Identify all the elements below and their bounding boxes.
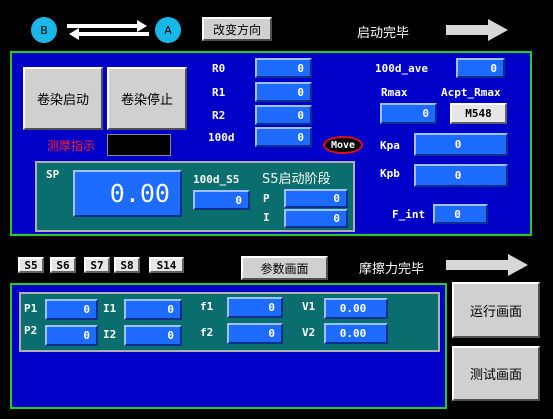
r2-label: R2 [212, 109, 226, 122]
friction-done-arrow-icon [446, 254, 528, 276]
startup-done-arrow-icon [446, 19, 508, 41]
move-indicator: Move [323, 136, 363, 154]
d100-label: 100d [208, 131, 235, 144]
p1-label: P1 [24, 302, 38, 315]
d100-ave-field[interactable]: 0 [456, 58, 505, 78]
f2-label: f2 [200, 326, 214, 339]
step-button-s14[interactable]: S14 [149, 257, 184, 273]
acpt-rmax-label: Acpt_Rmax [441, 86, 501, 99]
friction-done-label: 摩擦力完毕 [359, 262, 425, 277]
i2-field[interactable]: 0 [124, 325, 182, 346]
circle-b-indicator: B [31, 17, 57, 43]
circle-a-indicator: A [155, 17, 181, 43]
i2-label: I2 [103, 328, 117, 341]
p2-label: P2 [24, 324, 38, 337]
i1-field[interactable]: 0 [124, 299, 182, 320]
f2-field[interactable]: 0 [227, 323, 283, 344]
param-screen-button[interactable]: 参数画面 [241, 256, 328, 280]
p1-field[interactable]: 0 [45, 299, 98, 320]
v1-field[interactable]: 0.00 [324, 298, 388, 319]
f1-label: f1 [200, 300, 214, 313]
i-field[interactable]: 0 [284, 209, 348, 228]
d100-ave-label: 100d_ave [375, 62, 428, 75]
r2-field[interactable]: 0 [255, 105, 312, 125]
p-field[interactable]: 0 [284, 189, 348, 208]
test-screen-button[interactable]: 测试画面 [452, 346, 540, 401]
f-int-field[interactable]: 0 [433, 204, 488, 224]
kpa-label: Kpa [380, 139, 400, 152]
change-direction-button[interactable]: 改变方向 [202, 17, 272, 41]
step-button-s6[interactable]: S6 [50, 257, 76, 273]
sp-label: SP [46, 168, 60, 181]
s5-stage-label: S5启动阶段 [262, 172, 331, 187]
direction-arrows-icon [67, 20, 149, 40]
thickness-indicator-lamp [107, 134, 171, 156]
rmax-label: Rmax [381, 86, 408, 99]
step-button-s8[interactable]: S8 [114, 257, 140, 273]
r1-field[interactable]: 0 [255, 82, 312, 102]
m548-button[interactable]: M548 [450, 103, 507, 124]
d100-s5-field[interactable]: 0 [193, 190, 250, 210]
startup-done-label: 启动完毕 [357, 26, 410, 41]
thickness-indicator-label: 测厚指示 [47, 139, 96, 153]
d100-field[interactable]: 0 [255, 127, 312, 147]
d100-s5-label: 100d_S5 [193, 173, 240, 186]
kpa-field[interactable]: 0 [414, 133, 508, 156]
sp-value-display: 0.00 [73, 170, 182, 217]
r0-label: R0 [212, 62, 226, 75]
i1-label: I1 [103, 302, 117, 315]
rmax-field[interactable]: 0 [380, 103, 437, 124]
v2-field[interactable]: 0.00 [324, 323, 388, 344]
f1-field[interactable]: 0 [227, 297, 283, 318]
p2-field[interactable]: 0 [45, 325, 98, 346]
stop-dyeing-button[interactable]: 卷染停止 [107, 67, 187, 130]
kpb-field[interactable]: 0 [414, 164, 508, 187]
i-label: I [263, 211, 270, 224]
step-button-s5[interactable]: S5 [18, 257, 44, 273]
r0-field[interactable]: 0 [255, 58, 312, 78]
f-int-label: F_int [392, 208, 426, 221]
p-label: P [263, 192, 270, 205]
step-button-s7[interactable]: S7 [84, 257, 110, 273]
v1-label: V1 [302, 300, 316, 313]
start-dyeing-button[interactable]: 卷染启动 [23, 67, 103, 130]
r1-label: R1 [212, 86, 226, 99]
v2-label: V2 [302, 326, 316, 339]
kpb-label: Kpb [380, 167, 400, 180]
run-screen-button[interactable]: 运行画面 [452, 282, 540, 338]
